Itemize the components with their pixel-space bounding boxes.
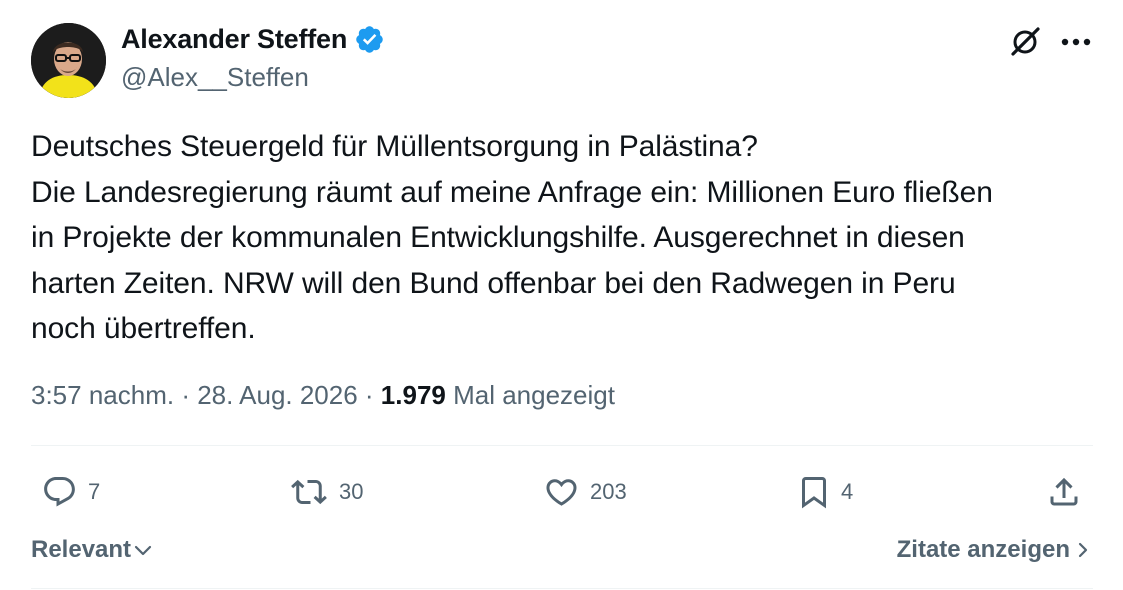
- tweet-meta: 3:57 nachm. · 28. Aug. 2026 · 1.979 Mal …: [31, 380, 615, 411]
- author-name-row[interactable]: Alexander Steffen: [121, 24, 385, 55]
- tweet-time[interactable]: 3:57 nachm.: [31, 380, 174, 410]
- repost-icon: [291, 479, 327, 505]
- bookmark-icon: [802, 477, 826, 509]
- quotes-label: Zitate anzeigen: [896, 536, 1070, 563]
- heart-icon: [546, 479, 577, 506]
- author-display-name[interactable]: Alexander Steffen: [121, 24, 347, 55]
- views-count[interactable]: 1.979: [381, 380, 446, 410]
- repost-count: 30: [339, 479, 364, 504]
- divider: [31, 588, 1093, 589]
- grok-icon: [1011, 27, 1040, 56]
- like-button[interactable]: 203: [542, 470, 627, 514]
- tweet-line: noch übertreffen.: [31, 312, 256, 345]
- reply-count: 7: [88, 479, 101, 504]
- bookmark-count: 4: [841, 479, 854, 504]
- sort-replies-dropdown[interactable]: Relevant: [31, 536, 153, 564]
- sort-label: Relevant: [31, 536, 132, 563]
- tweet-date[interactable]: 28. Aug. 2026: [197, 380, 357, 410]
- meta-separator: ·: [174, 380, 198, 410]
- chevron-right-icon: [1078, 542, 1088, 558]
- share-button[interactable]: [1046, 470, 1082, 514]
- chevron-down-icon: [134, 545, 152, 556]
- verified-badge-icon[interactable]: [354, 24, 385, 55]
- bookmark-button[interactable]: 4: [796, 470, 853, 514]
- avatar[interactable]: [31, 23, 106, 98]
- tweet-line: Die Landesregierung räumt auf meine Anfr…: [31, 175, 993, 209]
- tweet-line: Deutsches Steuergeld für Müllentsorgung …: [31, 130, 758, 163]
- repost-button[interactable]: 30: [288, 470, 363, 514]
- more-icon: [1061, 38, 1091, 46]
- share-icon: [1050, 477, 1078, 506]
- avatar-image: [31, 23, 106, 98]
- tweet-text: Deutsches Steuergeld für Müllentsorgung …: [31, 124, 1096, 352]
- like-count: 203: [590, 479, 627, 504]
- reply-icon: [44, 477, 75, 507]
- tweet-line: harten Zeiten. NRW will den Bund offenba…: [31, 266, 956, 300]
- more-options-button[interactable]: [1056, 23, 1096, 61]
- author-handle[interactable]: @Alex__Steffen: [121, 62, 309, 93]
- view-quotes-link[interactable]: Zitate anzeigen: [897, 536, 1090, 564]
- grok-button[interactable]: [1006, 23, 1044, 61]
- reply-button[interactable]: 7: [40, 470, 100, 514]
- meta-separator: ·: [357, 380, 381, 410]
- tweet-line: in Projekte der kommunalen Entwicklungsh…: [31, 221, 965, 254]
- views-label: Mal angezeigt: [445, 380, 615, 410]
- divider: [31, 445, 1093, 446]
